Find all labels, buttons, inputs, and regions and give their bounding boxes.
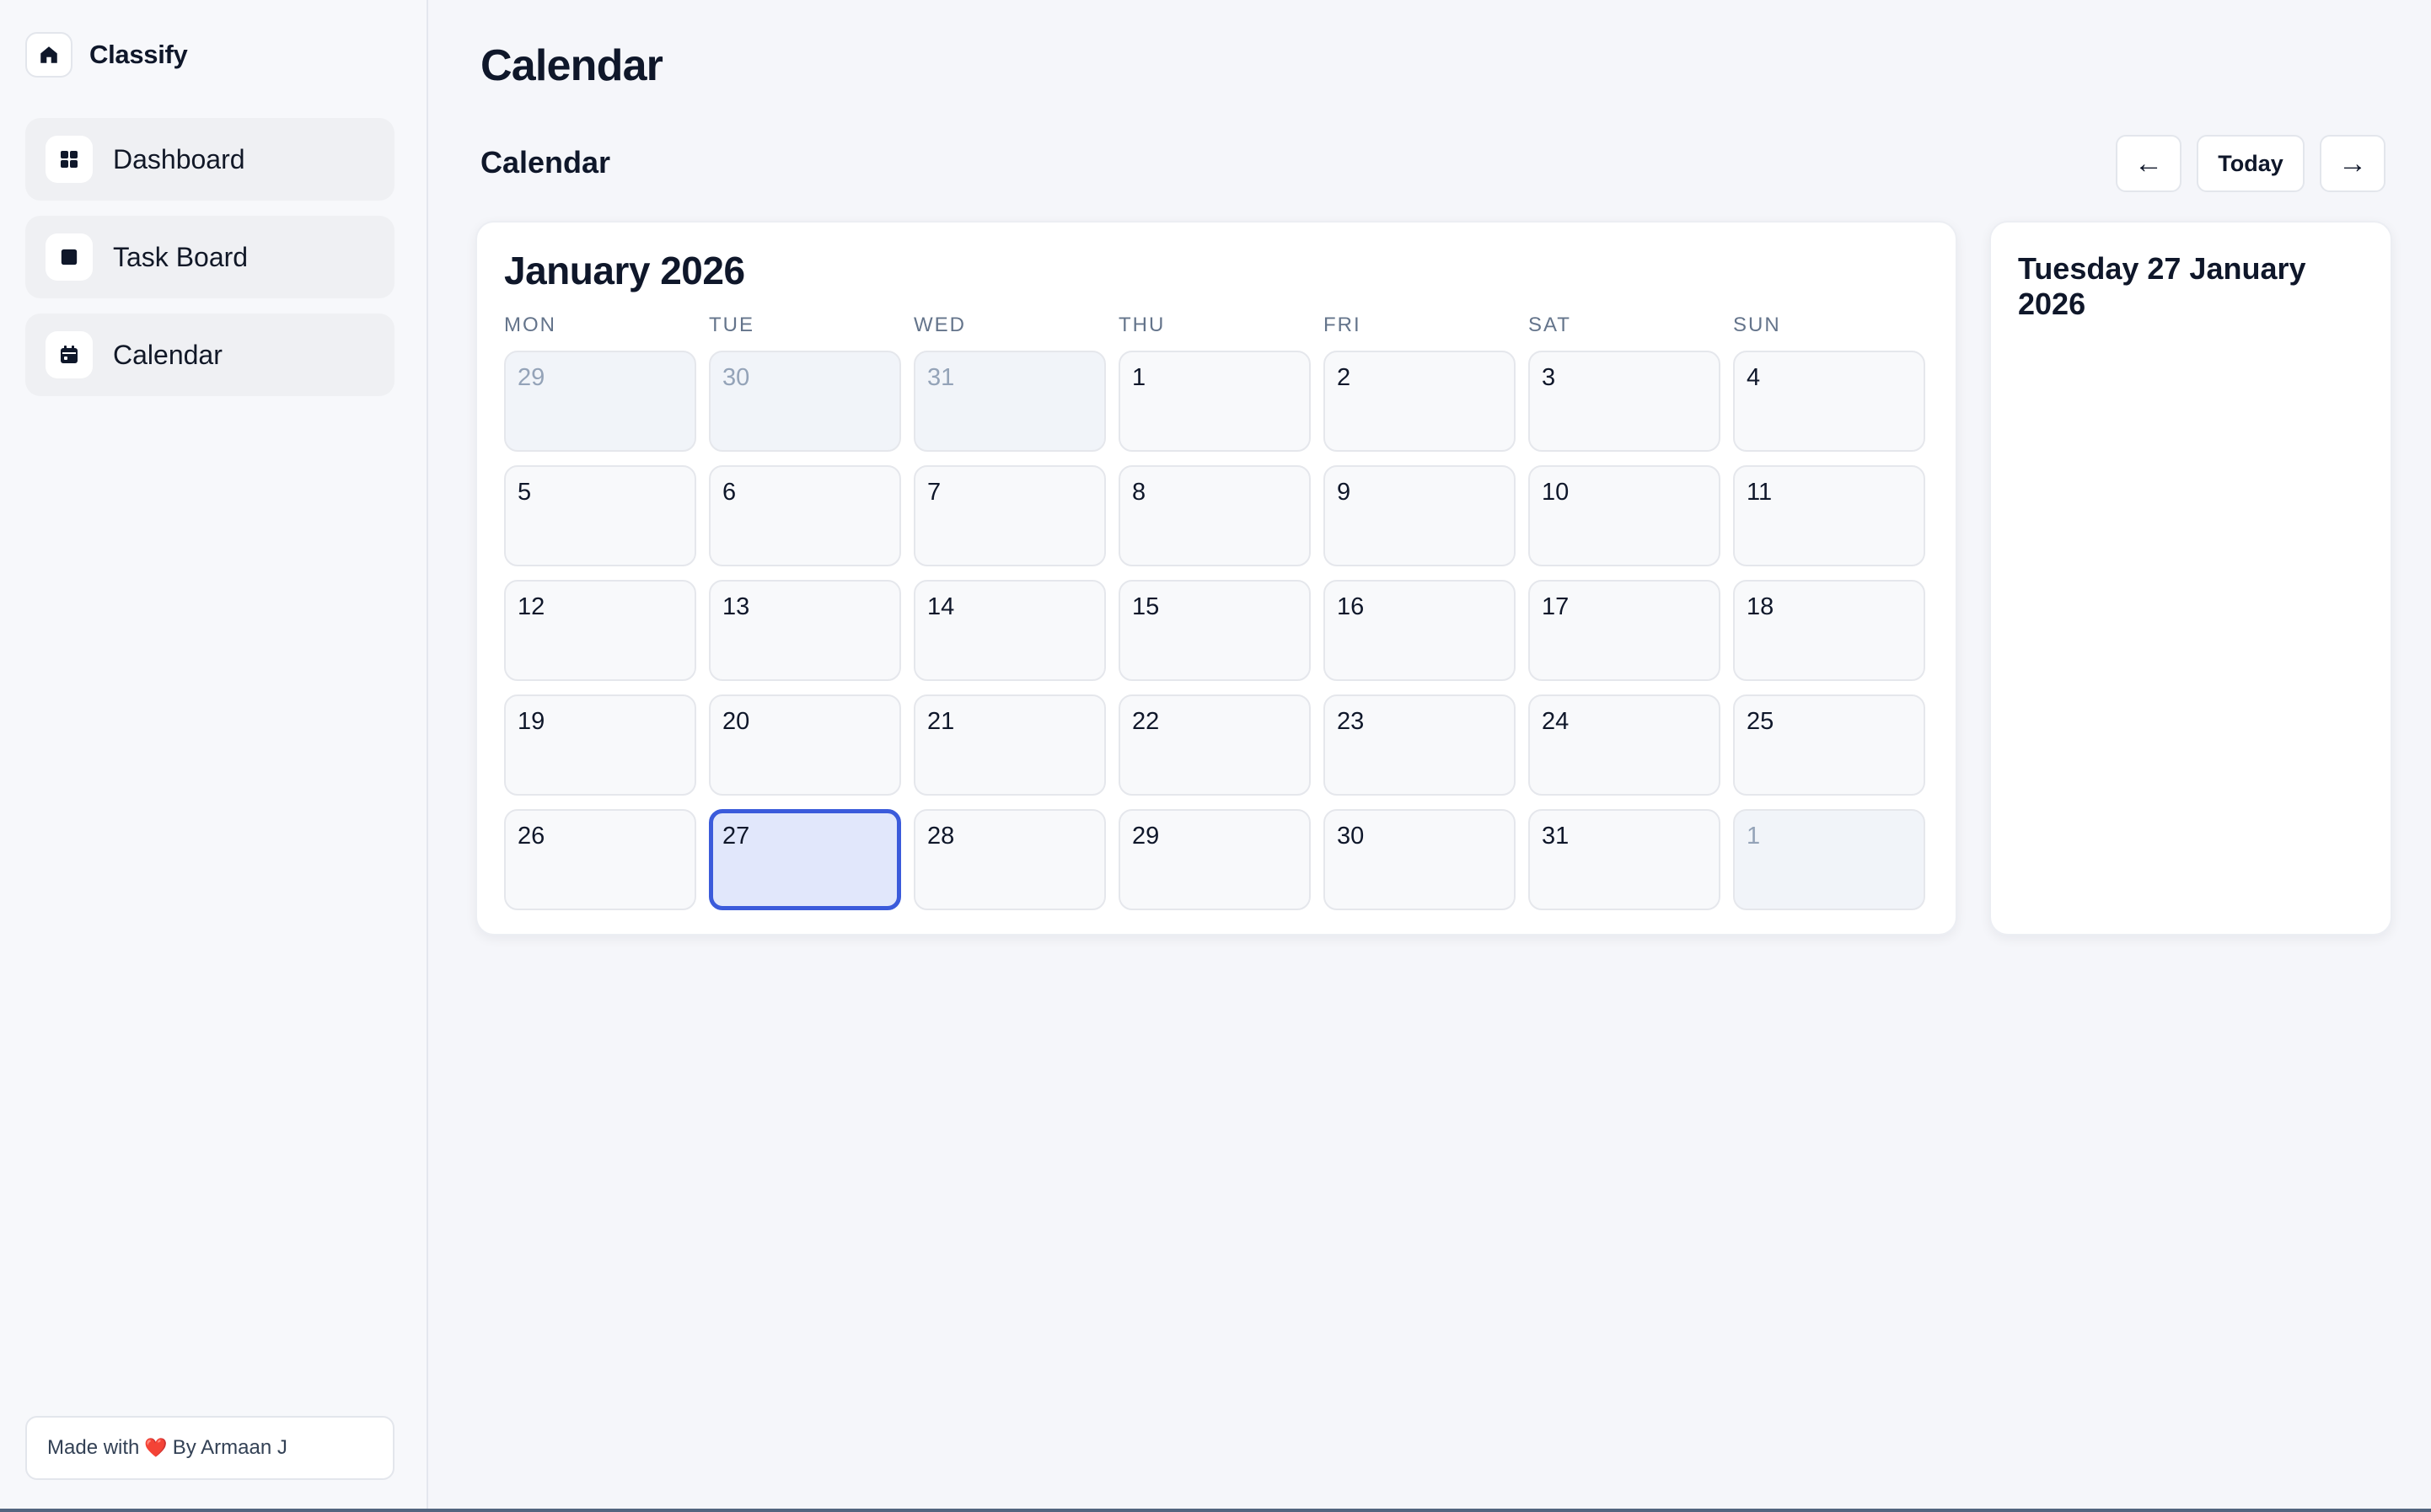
day-cell[interactable]: 7 [914, 465, 1106, 566]
day-cell-outside-month[interactable]: 29 [504, 351, 696, 452]
calendar-card: January 2026 MON TUE WED THU FRI SAT SUN 29 30 3… [475, 221, 1957, 936]
day-cell[interactable]: 15 [1119, 580, 1311, 681]
day-cell-outside-month[interactable]: 1 [1733, 809, 1925, 910]
weekday-label: THU [1119, 314, 1166, 336]
sidebar-item-label: Calendar [113, 339, 223, 370]
day-cell[interactable]: 3 [1528, 351, 1720, 452]
sidebar-item-label: Task Board [113, 241, 249, 272]
day-cell[interactable]: 19 [504, 694, 696, 796]
day-cell[interactable]: 26 [504, 809, 696, 910]
day-cell[interactable]: 8 [1119, 465, 1311, 566]
day-cell[interactable]: 16 [1323, 580, 1516, 681]
day-cell[interactable]: 18 [1733, 580, 1925, 681]
weekday-label: FRI [1323, 314, 1361, 336]
day-cell[interactable]: 22 [1119, 694, 1311, 796]
calendar-icon [46, 331, 93, 378]
day-cell[interactable]: 29 [1119, 809, 1311, 910]
brand[interactable]: Classify [25, 32, 188, 78]
day-cell-selected[interactable]: 27 [709, 809, 901, 910]
day-cell[interactable]: 13 [709, 580, 901, 681]
day-cell[interactable]: 5 [504, 465, 696, 566]
day-cell[interactable]: 4 [1733, 351, 1925, 452]
weekday-label: WED [914, 314, 966, 336]
day-cell[interactable]: 21 [914, 694, 1106, 796]
today-button[interactable]: Today [2197, 135, 2305, 192]
calendar-grid: 29 30 31 1 2 3 4 5 6 7 8 9 10 11 12 13 14 15 16 17 18 19 20 21 2… [504, 351, 1929, 912]
sidebar-item-task-board[interactable]: Task Board [25, 216, 394, 298]
weekday-label: SAT [1528, 314, 1571, 336]
day-cell[interactable]: 9 [1323, 465, 1516, 566]
prev-month-button[interactable]: ← [2116, 135, 2181, 192]
home-icon [25, 32, 72, 78]
grid-icon [46, 136, 93, 183]
sidebar: Classify Dashboard Task Board Calendar M… [0, 0, 428, 1512]
footer-suffix: By Armaan J [172, 1436, 287, 1459]
weekday-label: SUN [1733, 314, 1781, 336]
month-label: January 2026 [504, 249, 745, 292]
weekday-header: MON TUE WED THU FRI SAT SUN [504, 314, 1929, 339]
day-cell[interactable]: 14 [914, 580, 1106, 681]
sidebar-nav: Dashboard Task Board Calendar [25, 118, 394, 396]
day-detail-card: Tuesday 27 January 2026 [1989, 221, 2392, 936]
day-cell[interactable]: 12 [504, 580, 696, 681]
weekday-label: TUE [709, 314, 754, 336]
heart-icon: ❤️ [144, 1437, 168, 1458]
day-cell[interactable]: 30 [1323, 809, 1516, 910]
day-cell[interactable]: 23 [1323, 694, 1516, 796]
day-cell-outside-month[interactable]: 30 [709, 351, 901, 452]
square-icon [46, 233, 93, 281]
made-with-note: Made with ❤️ By Armaan J [25, 1416, 394, 1480]
page-title: Calendar [480, 41, 663, 90]
footer-prefix: Made with [47, 1436, 140, 1459]
day-cell[interactable]: 25 [1733, 694, 1925, 796]
day-cell[interactable]: 10 [1528, 465, 1720, 566]
day-cell[interactable]: 28 [914, 809, 1106, 910]
app-name: Classify [89, 40, 188, 69]
day-cell-outside-month[interactable]: 31 [914, 351, 1106, 452]
day-cell[interactable]: 24 [1528, 694, 1720, 796]
next-month-button[interactable]: → [2320, 135, 2385, 192]
day-cell[interactable]: 2 [1323, 351, 1516, 452]
bottom-border [0, 1509, 2431, 1512]
sidebar-item-label: Dashboard [113, 143, 245, 174]
day-cell[interactable]: 6 [709, 465, 901, 566]
day-cell[interactable]: 31 [1528, 809, 1720, 910]
selected-date-label: Tuesday 27 January 2026 [2018, 251, 2306, 321]
day-cell[interactable]: 17 [1528, 580, 1720, 681]
section-title: Calendar [480, 145, 611, 180]
day-cell[interactable]: 20 [709, 694, 901, 796]
weekday-label: MON [504, 314, 556, 336]
sidebar-item-dashboard[interactable]: Dashboard [25, 118, 394, 201]
day-cell[interactable]: 1 [1119, 351, 1311, 452]
calendar-controls: ← Today → [2116, 135, 2385, 192]
day-cell[interactable]: 11 [1733, 465, 1925, 566]
sidebar-item-calendar[interactable]: Calendar [25, 314, 394, 396]
